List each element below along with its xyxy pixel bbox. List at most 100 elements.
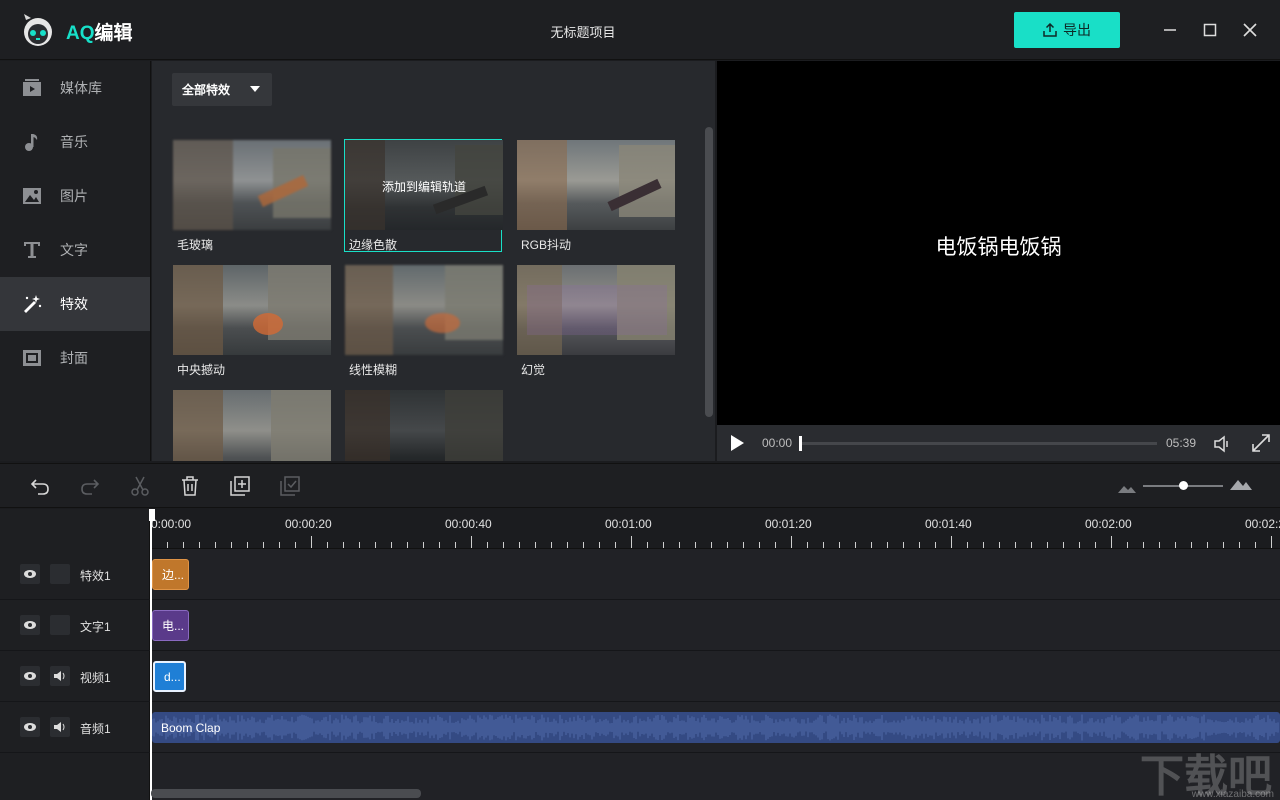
upload-icon xyxy=(1043,23,1057,37)
effect-thumbnail xyxy=(345,265,503,355)
sidebar-item-cover[interactable]: 封面 xyxy=(0,331,150,385)
ruler-label: 00:02:00 xyxy=(1085,517,1132,531)
close-icon xyxy=(1243,23,1257,37)
effect-clip[interactable]: 边... xyxy=(152,559,189,590)
ruler-label: 00:01:00 xyxy=(605,517,652,531)
ruler-label: 00:02:20 xyxy=(1245,517,1280,531)
audio-clip-label: Boom Clap xyxy=(161,720,221,735)
title-bar: AQ编辑 无标题项目 导出 xyxy=(0,0,1280,60)
sidebar-item-images[interactable]: 图片 xyxy=(0,169,150,223)
visibility-toggle[interactable] xyxy=(20,666,40,686)
fullscreen-button[interactable] xyxy=(1251,433,1271,458)
track-row-text: 文字1 电... xyxy=(0,600,1280,651)
seek-handle[interactable] xyxy=(799,436,802,451)
sidebar-item-text[interactable]: 文字 xyxy=(0,223,150,277)
playhead-handle[interactable] xyxy=(149,509,155,521)
zoom-slider-handle[interactable] xyxy=(1179,481,1188,490)
text-icon xyxy=(24,242,40,258)
mute-toggle[interactable] xyxy=(50,717,70,737)
undo-button[interactable] xyxy=(29,475,51,497)
sidebar-item-label: 图片 xyxy=(60,188,88,204)
effect-card-selected[interactable]: 添加到编辑轨道 边缘色散 xyxy=(344,139,503,252)
timeline: 0:00:00 00:00:20 00:00:40 00:01:00 00:01… xyxy=(0,509,1280,800)
cut-button[interactable] xyxy=(129,475,151,497)
caret-down-icon xyxy=(250,86,260,92)
minimize-button[interactable] xyxy=(1158,18,1182,42)
fullscreen-icon xyxy=(1252,434,1270,452)
sidebar: 媒体库 音乐 图片 文字 特效 封面 xyxy=(0,61,151,461)
effect-card[interactable]: RGB抖动 xyxy=(517,140,675,253)
sidebar-item-effects[interactable]: 特效 xyxy=(0,277,150,331)
effect-card[interactable]: 中央撼动 xyxy=(173,265,331,378)
delete-button[interactable] xyxy=(179,475,201,497)
zoom-in-icon[interactable] xyxy=(1230,477,1252,495)
zoom-out-icon[interactable] xyxy=(1118,480,1136,498)
visibility-toggle[interactable] xyxy=(20,615,40,635)
play-icon xyxy=(731,435,744,451)
effects-panel: 全部特效 毛玻璃 添加到编辑轨道 边缘色散 RGB抖动 中央撼动 线性模糊 幻觉 xyxy=(152,61,715,461)
effect-card[interactable] xyxy=(345,390,503,461)
track-option-blank[interactable] xyxy=(50,564,70,584)
eye-icon xyxy=(24,723,36,731)
effects-scrollbar[interactable] xyxy=(705,127,713,417)
minimize-icon xyxy=(1164,29,1176,31)
eye-icon xyxy=(24,672,36,680)
text-clip[interactable]: 电... xyxy=(152,610,189,641)
sidebar-item-media-library[interactable]: 媒体库 xyxy=(0,61,150,115)
track-header: 视频1 xyxy=(0,651,150,701)
add-copy-button[interactable] xyxy=(229,475,251,497)
sidebar-item-label: 文字 xyxy=(60,242,88,258)
visibility-toggle[interactable] xyxy=(20,564,40,584)
time-ruler[interactable]: 0:00:00 00:00:20 00:00:40 00:01:00 00:01… xyxy=(151,509,1280,549)
effects-filter-dropdown[interactable]: 全部特效 xyxy=(172,73,272,106)
sidebar-item-label: 音乐 xyxy=(60,134,88,150)
sidebar-item-label: 特效 xyxy=(60,296,88,312)
effect-card[interactable]: 线性模糊 xyxy=(345,265,503,378)
track-row-audio: 音频1 Boom Clap xyxy=(0,702,1280,753)
paste-button[interactable] xyxy=(279,475,301,497)
audio-clip[interactable]: Boom Clap xyxy=(152,712,1280,743)
play-button[interactable] xyxy=(729,434,745,457)
track-option-blank[interactable] xyxy=(50,615,70,635)
video-clip[interactable]: d... xyxy=(153,661,186,692)
project-title: 无标题项目 xyxy=(550,25,616,40)
maximize-icon xyxy=(1203,23,1217,37)
redo-button[interactable] xyxy=(79,475,101,497)
effect-thumbnail xyxy=(517,140,675,230)
ruler-label: 0:00:00 xyxy=(151,517,192,531)
preview-caption-text: 电饭锅电饭锅 xyxy=(935,236,1062,259)
timeline-scrollbar[interactable] xyxy=(151,789,421,798)
track-name: 视频1 xyxy=(80,671,111,685)
effects-filter-label: 全部特效 xyxy=(182,83,231,97)
seek-bar[interactable] xyxy=(799,442,1157,445)
visibility-toggle[interactable] xyxy=(20,717,40,737)
watermark-url: www.xiazaiba.com xyxy=(1191,789,1274,800)
maximize-button[interactable] xyxy=(1198,18,1222,42)
effect-label: 幻觉 xyxy=(521,363,546,377)
mute-toggle[interactable] xyxy=(50,666,70,686)
playhead[interactable] xyxy=(150,509,152,800)
effect-card[interactable] xyxy=(173,390,331,461)
effect-thumbnail xyxy=(173,265,331,355)
add-to-track-overlay[interactable]: 添加到编辑轨道 xyxy=(345,178,503,195)
close-button[interactable] xyxy=(1238,18,1262,42)
track-header: 特效1 xyxy=(0,549,150,599)
effect-thumbnail xyxy=(173,390,331,461)
image-icon xyxy=(23,188,41,204)
track-row-video: 视频1 d... xyxy=(0,651,1280,702)
speaker-icon xyxy=(54,722,65,732)
magic-wand-icon xyxy=(24,295,42,313)
audio-waveform xyxy=(152,714,1279,741)
sidebar-item-label: 媒体库 xyxy=(60,80,102,96)
export-button[interactable]: 导出 xyxy=(1014,12,1120,48)
volume-button[interactable] xyxy=(1212,434,1232,459)
effect-card[interactable]: 毛玻璃 xyxy=(173,140,331,253)
speaker-icon xyxy=(54,671,65,681)
effect-thumbnail: 添加到编辑轨道 xyxy=(345,140,503,230)
export-label: 导出 xyxy=(1063,22,1091,38)
watermark: 下载吧 www.xiazaiba.com xyxy=(1140,740,1280,800)
app-window: AQ编辑 无标题项目 导出 媒体库 音乐 图片 文字 特效 封面 全部特效 毛玻… xyxy=(0,0,1280,800)
sidebar-item-music[interactable]: 音乐 xyxy=(0,115,150,169)
player-controls: 00:00 05:39 xyxy=(717,425,1280,461)
effect-card[interactable]: 幻觉 xyxy=(517,265,675,378)
